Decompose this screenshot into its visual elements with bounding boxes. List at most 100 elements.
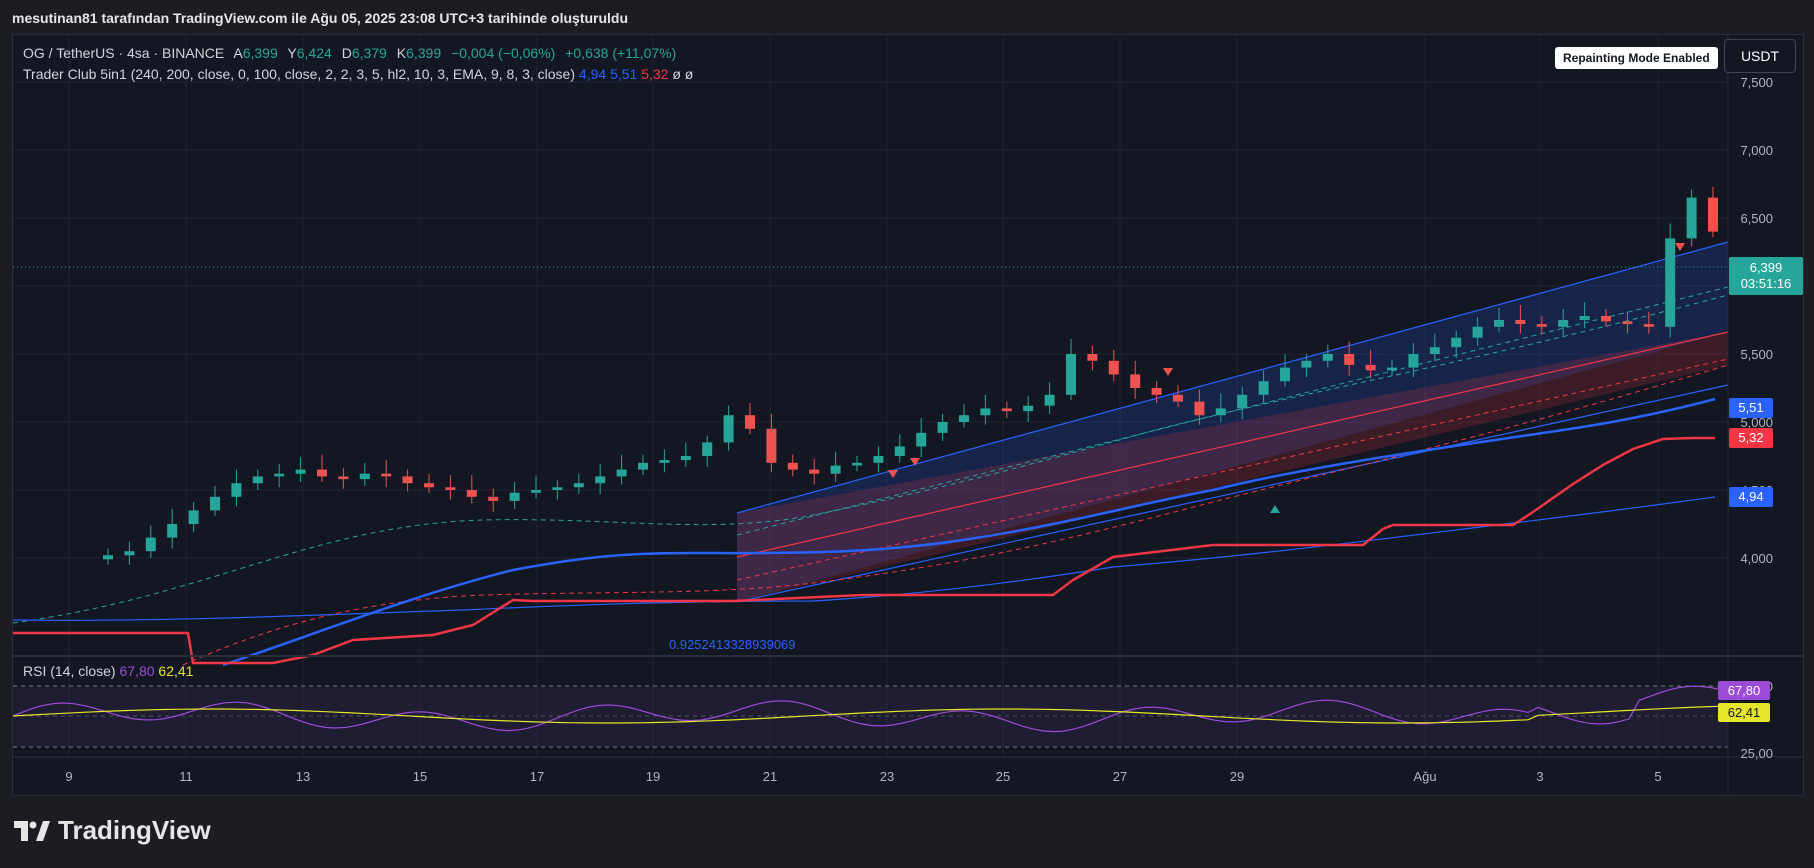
time-tick: 13 <box>296 769 310 784</box>
change-value: −0,004 (−0,06%) <box>451 45 556 61</box>
candle-body <box>402 476 413 484</box>
candle-body <box>466 490 477 497</box>
price-chart[interactable]: 0.9252413328939069 7,5007,0006,5006,0005… <box>13 35 1803 795</box>
rsi-value-tag: 67,80 <box>1718 681 1770 700</box>
time-tick: 19 <box>646 769 660 784</box>
candle-body <box>1536 324 1547 327</box>
high-label: Y <box>287 45 297 61</box>
candle-body <box>659 460 670 463</box>
candle-body <box>317 469 327 477</box>
indicator-label[interactable]: Trader Club 5in1 (240, 200, close, 0, 10… <box>23 66 575 82</box>
candle-body <box>381 473 392 477</box>
candle-body <box>1066 354 1076 395</box>
candle-body <box>103 555 113 560</box>
candle-body <box>873 456 884 463</box>
candle-body <box>852 462 862 466</box>
candle-body <box>1301 360 1312 368</box>
price-tick: 6,500 <box>1740 211 1773 226</box>
time-tick: 9 <box>65 769 72 784</box>
time-tick: 5 <box>1654 769 1661 784</box>
close-label: K <box>396 45 407 61</box>
indicator-value-2: 5,51 <box>610 66 638 82</box>
time-tick: 11 <box>179 769 193 784</box>
candle-body <box>1387 367 1397 371</box>
rsi-ma-tag: 62,41 <box>1718 703 1770 722</box>
candle-body <box>638 462 648 470</box>
candle-body <box>445 487 456 490</box>
candle-body <box>295 469 306 474</box>
candle-body <box>1601 315 1611 322</box>
tradingview-logo[interactable]: TradingView <box>14 815 211 846</box>
candle-body <box>1429 347 1440 354</box>
candle-body <box>980 408 991 416</box>
candle-body <box>1708 197 1718 232</box>
price-tick: 5,500 <box>1740 347 1773 362</box>
rsi-pane <box>13 685 1731 748</box>
candle-body <box>359 473 370 480</box>
rsi-legend[interactable]: RSI (14, close) 67,80 62,41 <box>23 663 193 679</box>
time-tick: 17 <box>530 769 544 784</box>
candle-body <box>1344 354 1355 365</box>
candle-body <box>552 487 563 490</box>
indicator-legend[interactable]: Trader Club 5in1 (240, 200, close, 0, 10… <box>23 66 693 82</box>
candle-body <box>424 483 434 488</box>
candle-body <box>1494 320 1504 327</box>
indicator-value-3: 5,32 <box>641 66 669 82</box>
candle-body <box>252 476 263 484</box>
candle-body <box>1472 326 1483 338</box>
thin-line-tag: 4,94 <box>1729 487 1773 507</box>
candle-body <box>680 456 691 461</box>
candle-body <box>766 428 777 463</box>
candle-body <box>1665 238 1676 327</box>
open-value: 6,399 <box>242 45 278 61</box>
rsi-legend-value: 67,80 <box>119 663 155 679</box>
candle-body <box>1622 321 1633 325</box>
last-price-value: 6,399 <box>1750 260 1783 275</box>
rsi-ma-label: 62,41 <box>1728 705 1761 720</box>
blue-line-tag: 5,51 <box>1729 398 1773 418</box>
candle-body <box>959 415 969 422</box>
candle-body <box>531 490 541 493</box>
thin-line-value: 4,94 <box>1738 489 1763 504</box>
change-percent: +0,638 (+11,07%) <box>565 45 677 61</box>
rsi-label[interactable]: RSI (14, close) <box>23 663 116 679</box>
candle-body <box>1258 381 1269 395</box>
candle-body <box>231 483 242 497</box>
symbol-name[interactable]: OG / TetherUS · 4sa · BINANCE <box>23 45 224 61</box>
currency-button[interactable]: USDT <box>1724 39 1796 73</box>
candle-body <box>1579 315 1590 320</box>
candle-body <box>509 492 520 501</box>
candle-body <box>1173 394 1183 402</box>
price-tick: 7,000 <box>1740 143 1773 158</box>
candle-body <box>1215 408 1226 416</box>
red-line-value: 5,32 <box>1738 430 1763 445</box>
candle-body <box>1408 354 1419 368</box>
candle-body <box>188 510 199 524</box>
tradingview-logo-icon <box>14 820 50 841</box>
candle-body <box>1151 388 1162 395</box>
logo-text: TradingView <box>58 815 211 845</box>
candle-body <box>167 524 178 538</box>
symbol-legend[interactable]: OG / TetherUS · 4sa · BINANCE A6,399 Y6,… <box>23 45 682 61</box>
time-tick: 27 <box>1113 769 1127 784</box>
last-price-tag: 6,399 03:51:16 <box>1729 257 1803 295</box>
candle-body <box>830 465 841 474</box>
candle-body <box>1643 324 1654 327</box>
rsi-value-label: 67,80 <box>1728 683 1761 698</box>
chart-frame[interactable]: 0.9252413328939069 7,5007,0006,5006,0005… <box>12 34 1804 796</box>
candle-body <box>1280 367 1290 382</box>
candle-body <box>745 415 755 429</box>
rsi-legend-ma: 62,41 <box>158 663 194 679</box>
time-tick: 3 <box>1536 769 1543 784</box>
low-value: 6,379 <box>351 45 387 61</box>
candle-body <box>1044 394 1055 406</box>
candle-body <box>916 432 927 447</box>
candle-body <box>1130 374 1141 388</box>
price-tick: 7,500 <box>1740 75 1773 90</box>
candle-body <box>573 483 584 488</box>
indicator-value-1: 4,94 <box>578 66 607 82</box>
candle-body <box>1451 337 1462 348</box>
low-label: D <box>341 45 352 61</box>
candle-body <box>616 469 627 477</box>
indicator-value-5: ø <box>684 66 694 82</box>
